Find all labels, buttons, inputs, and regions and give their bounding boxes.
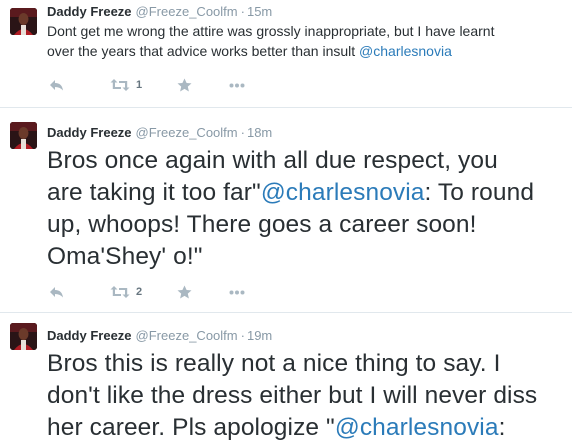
- tweet-divider: [0, 312, 572, 313]
- tweet[interactable]: Daddy Freeze @Freeze_Coolfm · 18m Bros once…: [0, 113, 572, 313]
- text-segment: her career. Pls apologize ": [47, 414, 335, 441]
- tweet-header: Daddy Freeze @Freeze_Coolfm · 15m: [47, 3, 272, 21]
- avatar[interactable]: [10, 122, 37, 149]
- tweet-feed: Daddy Freeze @Freeze_Coolfm · 15m Dont get …: [0, 0, 572, 447]
- user-handle[interactable]: @Freeze_Coolfm: [136, 4, 238, 19]
- tweet-header: Daddy Freeze @Freeze_Coolfm · 18m: [47, 124, 272, 142]
- tweet-text-line: Bros this is really not a nice thing to …: [47, 348, 572, 380]
- time-separator: ·: [240, 4, 245, 19]
- tweet-text-line: don't like the dress either but I will n…: [47, 380, 572, 412]
- retweet-count: 2: [136, 286, 143, 298]
- time-separator: ·: [240, 328, 245, 343]
- reply-button[interactable]: [49, 77, 65, 93]
- star-icon: [177, 285, 192, 299]
- tweet-divider: [0, 107, 572, 108]
- retweet-button[interactable]: 1: [110, 77, 142, 93]
- text-segment: : To round: [424, 179, 535, 206]
- user-name[interactable]: Daddy Freeze: [47, 125, 132, 140]
- timestamp[interactable]: 15m: [247, 4, 272, 19]
- text-segment: Dont get me wrong the attire was grossly…: [47, 23, 495, 39]
- avatar-image: [10, 323, 37, 350]
- more-icon: [229, 290, 245, 295]
- more-button[interactable]: [229, 284, 245, 300]
- text-segment: Bros this is really not a nice thing to …: [47, 350, 501, 377]
- tweet[interactable]: Daddy Freeze @Freeze_Coolfm · 19m Bros this…: [0, 316, 572, 447]
- avatar[interactable]: [10, 323, 37, 350]
- tweet-text-line: her career. Pls apologize "@charlesnovia…: [47, 412, 572, 444]
- retweet-icon: [110, 79, 130, 91]
- tweet-text-line: over the years that advice works better …: [47, 41, 572, 61]
- tweet-header: Daddy Freeze @Freeze_Coolfm · 19m: [47, 327, 272, 345]
- user-handle[interactable]: @Freeze_Coolfm: [136, 125, 238, 140]
- text-segment: Bros once again with all due respect, yo…: [47, 147, 498, 174]
- retweet-icon: [110, 286, 130, 298]
- retweet-count: 1: [136, 79, 143, 91]
- avatar-image: [10, 122, 37, 149]
- user-name[interactable]: Daddy Freeze: [47, 328, 132, 343]
- user-handle[interactable]: @Freeze_Coolfm: [136, 328, 238, 343]
- text-segment: are taking it too far": [47, 179, 261, 206]
- timestamp[interactable]: 18m: [247, 125, 272, 140]
- text-segment: up, whoops! There goes a career soon!: [47, 211, 477, 238]
- timestamp[interactable]: 19m: [247, 328, 272, 343]
- star-icon: [177, 78, 192, 92]
- avatar[interactable]: [10, 8, 37, 35]
- mention-link[interactable]: @charlesnovia: [359, 43, 452, 59]
- tweet-text-line: are taking it too far"@charlesnovia: To …: [47, 177, 572, 209]
- mention-link[interactable]: @charlesnovia: [261, 179, 425, 206]
- more-button[interactable]: [229, 77, 245, 93]
- more-icon: [229, 83, 245, 88]
- reply-icon: [50, 80, 63, 91]
- time-separator: ·: [240, 125, 245, 140]
- avatar-image: [10, 8, 37, 35]
- tweet-text: Bros once again with all due respect, yo…: [47, 145, 572, 273]
- text-segment: Oma'Shey' o!": [47, 243, 203, 270]
- text-segment: :: [498, 414, 506, 441]
- tweet-text-line: up, whoops! There goes a career soon!: [47, 209, 572, 241]
- favorite-button[interactable]: [177, 284, 192, 300]
- favorite-button[interactable]: [177, 77, 192, 93]
- reply-icon: [50, 287, 63, 298]
- reply-button[interactable]: [49, 284, 65, 300]
- mention-link[interactable]: @charlesnovia: [335, 414, 499, 441]
- tweet-text: Dont get me wrong the attire was grossly…: [47, 21, 572, 61]
- tweet-text-line: Dont get me wrong the attire was grossly…: [47, 21, 572, 41]
- tweet-text-line: Oma'Shey' o!": [47, 241, 572, 273]
- text-segment: don't like the dress either but I will n…: [47, 382, 538, 409]
- tweet[interactable]: Daddy Freeze @Freeze_Coolfm · 15m Dont get …: [0, 0, 572, 102]
- tweet-text-line: Bros once again with all due respect, yo…: [47, 145, 572, 177]
- tweet-text: Bros this is really not a nice thing to …: [47, 348, 572, 444]
- text-segment: over the years that advice works better …: [47, 43, 360, 59]
- retweet-button[interactable]: 2: [110, 284, 142, 300]
- user-name[interactable]: Daddy Freeze: [47, 4, 132, 19]
